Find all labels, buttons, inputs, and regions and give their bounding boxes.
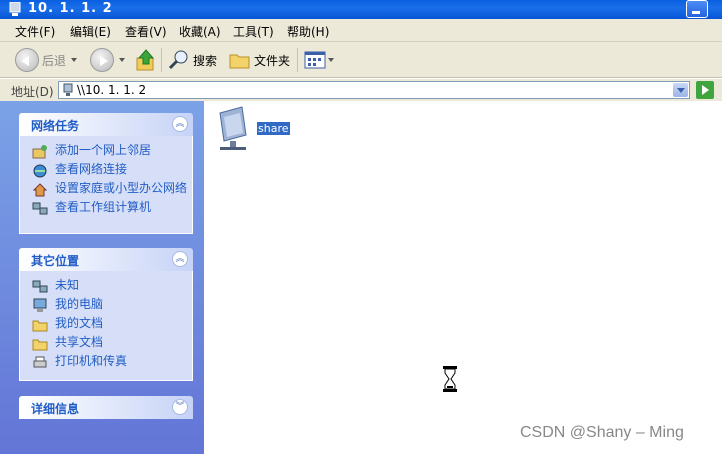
- folders-button[interactable]: 文件夹: [229, 47, 290, 73]
- details-header[interactable]: 详细信息 ︾: [19, 396, 193, 419]
- minimize-button[interactable]: [686, 0, 708, 18]
- network-connections-icon: [33, 164, 47, 178]
- task-view-network-connections[interactable]: 查看网络连接: [20, 161, 192, 180]
- title-bar: 10. 1. 1. 2: [0, 0, 722, 19]
- network-computer-icon: [9, 2, 21, 16]
- network-share-icon: [219, 106, 247, 150]
- network-tasks-header[interactable]: 网络任务 ︽: [19, 113, 193, 136]
- menu-bar: 文件(F) 编辑(E) 查看(V) 收藏(A) 工具(T) 帮助(H): [0, 19, 722, 42]
- address-label: 地址(D): [11, 85, 54, 99]
- task-view-workgroup-computers[interactable]: 查看工作组计算机: [20, 199, 192, 218]
- search-label: 搜索: [193, 53, 218, 68]
- window-title: 10. 1. 1. 2: [28, 1, 113, 16]
- toolbar: 后退 搜索 文件夹: [0, 42, 722, 78]
- chevron-down-icon: [328, 58, 334, 62]
- file-list-area: share CSDN @Shany – Ming: [204, 101, 722, 454]
- search-icon: [168, 50, 188, 70]
- collapse-icon[interactable]: ︽: [172, 116, 188, 132]
- other-places-panel: 其它位置 ︽ 未知 我的电脑 我的文档 共享文档 打印机和传真: [19, 248, 193, 381]
- forward-arrow-icon: [90, 48, 114, 72]
- workgroup-computers-icon: [32, 202, 48, 215]
- menu-view[interactable]: 查看(V): [125, 23, 167, 40]
- add-network-place-icon: [32, 145, 47, 159]
- views-icon: [304, 51, 326, 69]
- address-value: \\10. 1. 1. 2: [77, 83, 147, 97]
- toolbar-separator: [161, 48, 162, 72]
- my-computer-icon: [33, 298, 47, 312]
- network-computer-icon: [63, 83, 73, 96]
- menu-edit[interactable]: 编辑(E): [70, 23, 111, 40]
- address-bar: 地址(D) \\10. 1. 1. 2: [0, 79, 722, 101]
- place-printers-faxes[interactable]: 打印机和传真: [20, 353, 192, 372]
- panel-title: 详细信息: [31, 402, 80, 416]
- address-input[interactable]: \\10. 1. 1. 2: [58, 81, 690, 99]
- folder-icon: [229, 54, 250, 69]
- address-dropdown-button[interactable]: [673, 83, 688, 97]
- details-panel: 详细信息 ︾: [19, 396, 193, 419]
- task-setup-home-network[interactable]: 设置家庭或小型办公网络: [20, 180, 192, 199]
- forward-button[interactable]: [90, 47, 125, 73]
- place-my-documents[interactable]: 我的文档: [20, 315, 192, 334]
- task-pane: 网络任务 ︽ 添加一个网上邻居 查看网络连接 设置家庭或小型办公网络 查看工作组…: [0, 101, 204, 454]
- collapse-icon[interactable]: ︽: [172, 251, 188, 267]
- search-button[interactable]: 搜索: [168, 47, 217, 73]
- hourglass-cursor-icon: [443, 366, 457, 392]
- menu-help[interactable]: 帮助(H): [287, 23, 329, 40]
- views-button[interactable]: [304, 47, 334, 73]
- chevron-down-icon: [119, 58, 125, 62]
- up-folder-icon: [136, 49, 155, 71]
- toolbar-separator: [297, 48, 298, 72]
- task-add-network-place[interactable]: 添加一个网上邻居: [20, 142, 192, 161]
- watermark: CSDN @Shany – Ming: [520, 424, 684, 441]
- go-button[interactable]: [696, 81, 714, 99]
- network-tasks-body: 添加一个网上邻居 查看网络连接 设置家庭或小型办公网络 查看工作组计算机: [19, 136, 193, 234]
- share-label: share: [257, 122, 290, 135]
- menu-file[interactable]: 文件(F): [15, 23, 55, 40]
- my-documents-icon: [32, 320, 48, 332]
- other-places-header[interactable]: 其它位置 ︽: [19, 248, 193, 271]
- home-network-icon: [32, 183, 48, 197]
- up-folder-button[interactable]: [135, 47, 157, 73]
- panel-title: 其它位置: [31, 254, 80, 268]
- menu-favorites[interactable]: 收藏(A): [179, 23, 221, 40]
- network-icon: [32, 280, 48, 293]
- back-arrow-icon: [15, 48, 39, 72]
- shared-documents-icon: [32, 339, 48, 351]
- place-my-computer[interactable]: 我的电脑: [20, 296, 192, 315]
- panel-title: 网络任务: [31, 119, 80, 133]
- menu-tools[interactable]: 工具(T): [233, 23, 274, 40]
- folders-label: 文件夹: [254, 53, 291, 68]
- place-unknown[interactable]: 未知: [20, 277, 192, 296]
- expand-icon[interactable]: ︾: [172, 399, 188, 415]
- back-label: 后退: [42, 53, 67, 68]
- other-places-body: 未知 我的电脑 我的文档 共享文档 打印机和传真: [19, 271, 193, 381]
- chevron-down-icon: [71, 58, 78, 62]
- place-shared-documents[interactable]: 共享文档: [20, 334, 192, 353]
- printer-icon: [33, 356, 47, 368]
- network-tasks-panel: 网络任务 ︽ 添加一个网上邻居 查看网络连接 设置家庭或小型办公网络 查看工作组…: [19, 113, 193, 234]
- back-button[interactable]: 后退: [15, 47, 78, 73]
